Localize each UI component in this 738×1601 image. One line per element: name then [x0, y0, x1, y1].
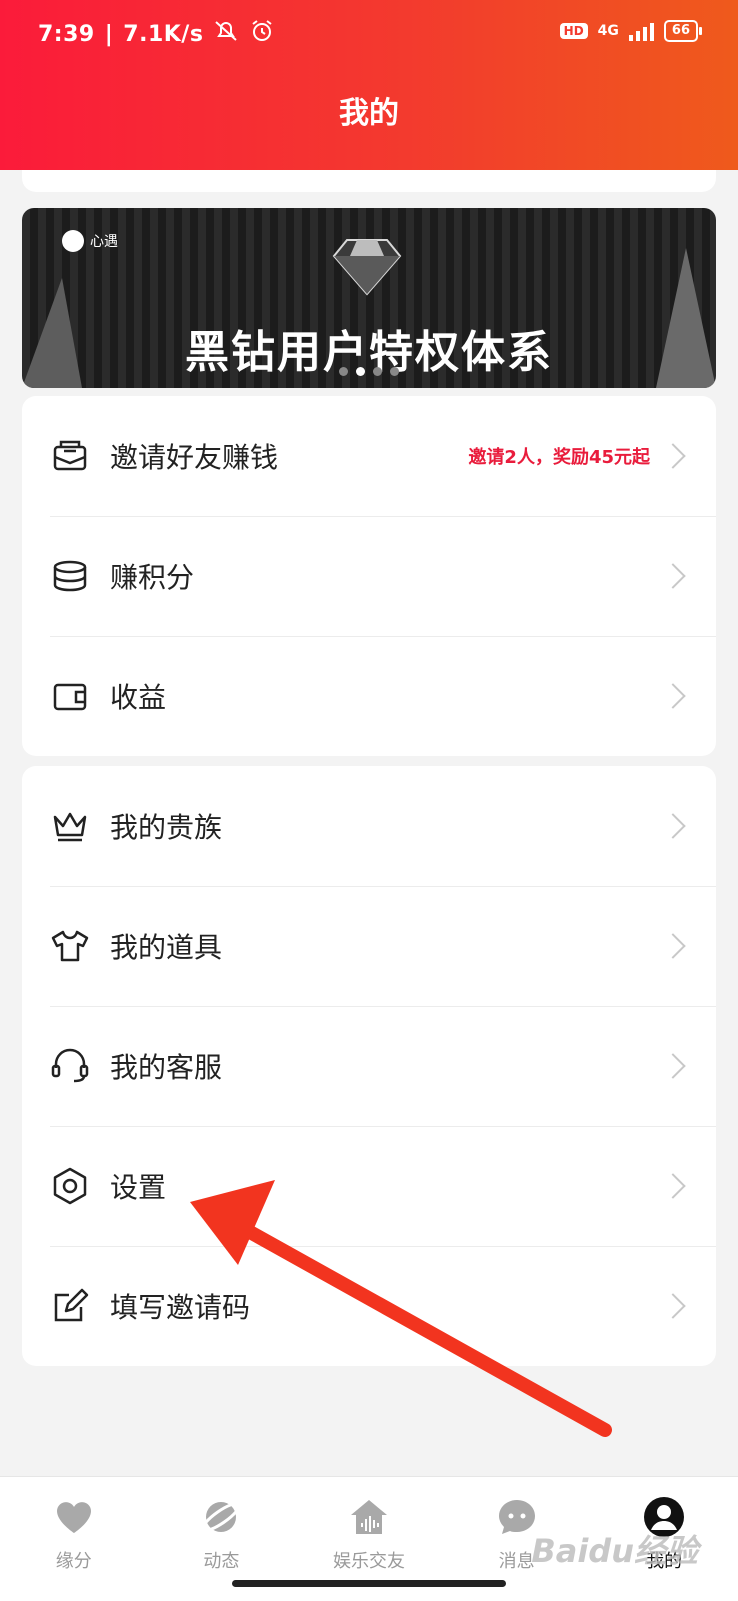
- profile-card-bottom: [22, 170, 716, 192]
- status-bar-right: HD 4G 66: [559, 20, 703, 42]
- edit-icon: [50, 1286, 90, 1326]
- banner-dot[interactable]: [390, 367, 399, 376]
- menu-item-label: 邀请好友赚钱: [110, 441, 279, 474]
- invite-reward-hint: 邀请2人，奖励45元起: [468, 447, 650, 468]
- battery-icon: 66: [663, 20, 703, 42]
- chevron-right-icon: [660, 683, 686, 709]
- menu-item-invite-friends[interactable]: 邀请好友赚钱 邀请2人，奖励45元起: [22, 396, 716, 516]
- tab-label: 消息: [498, 1551, 535, 1572]
- page-title: 我的: [339, 96, 399, 131]
- menu-item-label: 设置: [110, 1171, 167, 1204]
- status-speed: 7.1K/s: [123, 21, 204, 47]
- chevron-right-icon: [660, 813, 686, 839]
- account-card: 我的贵族 我的道具 我的客服 设置 填写邀请码: [22, 766, 716, 1366]
- menu-item-customer-service[interactable]: 我的客服: [22, 1006, 716, 1126]
- tab-match[interactable]: 缘分: [0, 1477, 148, 1601]
- menu-item-label: 我的道具: [110, 931, 223, 964]
- menu-item-label: 填写邀请码: [110, 1291, 251, 1324]
- hd-badge: HD: [559, 23, 588, 39]
- alarm-icon: [249, 18, 275, 50]
- promo-banner[interactable]: 心遇 黑钻用户特权体系: [22, 208, 716, 388]
- mute-icon: [213, 19, 239, 49]
- network-type: 4G: [597, 23, 619, 39]
- app-header: 7:39 | 7.1K/s HD 4G 66 我的: [0, 0, 738, 170]
- chevron-right-icon: [660, 1293, 686, 1319]
- status-bar-left: 7:39 | 7.1K/s: [38, 18, 275, 50]
- status-time: 7:39: [38, 21, 95, 47]
- signal-icon: [628, 21, 654, 41]
- chevron-right-icon: [660, 563, 686, 589]
- menu-item-label: 我的贵族: [110, 811, 223, 844]
- banner-dot[interactable]: [373, 367, 382, 376]
- tab-label: 娱乐交友: [332, 1551, 405, 1572]
- battery-level: 66: [671, 23, 690, 38]
- brand-logo-icon: [62, 230, 84, 252]
- crown-icon: [50, 806, 90, 846]
- banner-brand-name: 心遇: [90, 234, 118, 250]
- menu-item-label: 我的客服: [110, 1051, 223, 1084]
- menu-item-earn-points[interactable]: 赚积分: [22, 516, 716, 636]
- menu-item-label: 收益: [110, 681, 167, 714]
- menu-item-earnings[interactable]: 收益: [22, 636, 716, 756]
- chevron-right-icon: [660, 1053, 686, 1079]
- tab-label: 动态: [203, 1551, 240, 1572]
- banner-pagination: [22, 367, 716, 376]
- tshirt-icon: [50, 926, 90, 966]
- menu-item-settings[interactable]: 设置: [22, 1126, 716, 1246]
- house-audio-icon: [347, 1495, 391, 1539]
- wallet-icon: [50, 676, 90, 716]
- banner-brand: 心遇: [62, 230, 118, 252]
- heart-icon: [52, 1495, 96, 1539]
- settings-hexagon-icon: [50, 1166, 90, 1206]
- earn-card: 邀请好友赚钱 邀请2人，奖励45元起 赚积分 收益: [22, 396, 716, 756]
- menu-item-my-props[interactable]: 我的道具: [22, 886, 716, 1006]
- banner-dot-active[interactable]: [356, 367, 365, 376]
- coins-stack-icon: [50, 556, 90, 596]
- banner-dot[interactable]: [339, 367, 348, 376]
- diamond-icon: [332, 239, 402, 296]
- menu-item-label: 赚积分: [110, 561, 195, 594]
- chevron-right-icon: [660, 1173, 686, 1199]
- menu-item-my-nobility[interactable]: 我的贵族: [22, 766, 716, 886]
- planet-icon: [199, 1495, 243, 1539]
- watermark: Baidu经验: [531, 1532, 698, 1570]
- chevron-right-icon: [660, 933, 686, 959]
- home-indicator[interactable]: [232, 1580, 506, 1587]
- headset-icon: [50, 1046, 90, 1086]
- menu-item-invite-code[interactable]: 填写邀请码: [22, 1246, 716, 1366]
- envelope-icon: [50, 436, 90, 476]
- tab-label: 缘分: [55, 1551, 92, 1572]
- chevron-right-icon: [660, 443, 686, 469]
